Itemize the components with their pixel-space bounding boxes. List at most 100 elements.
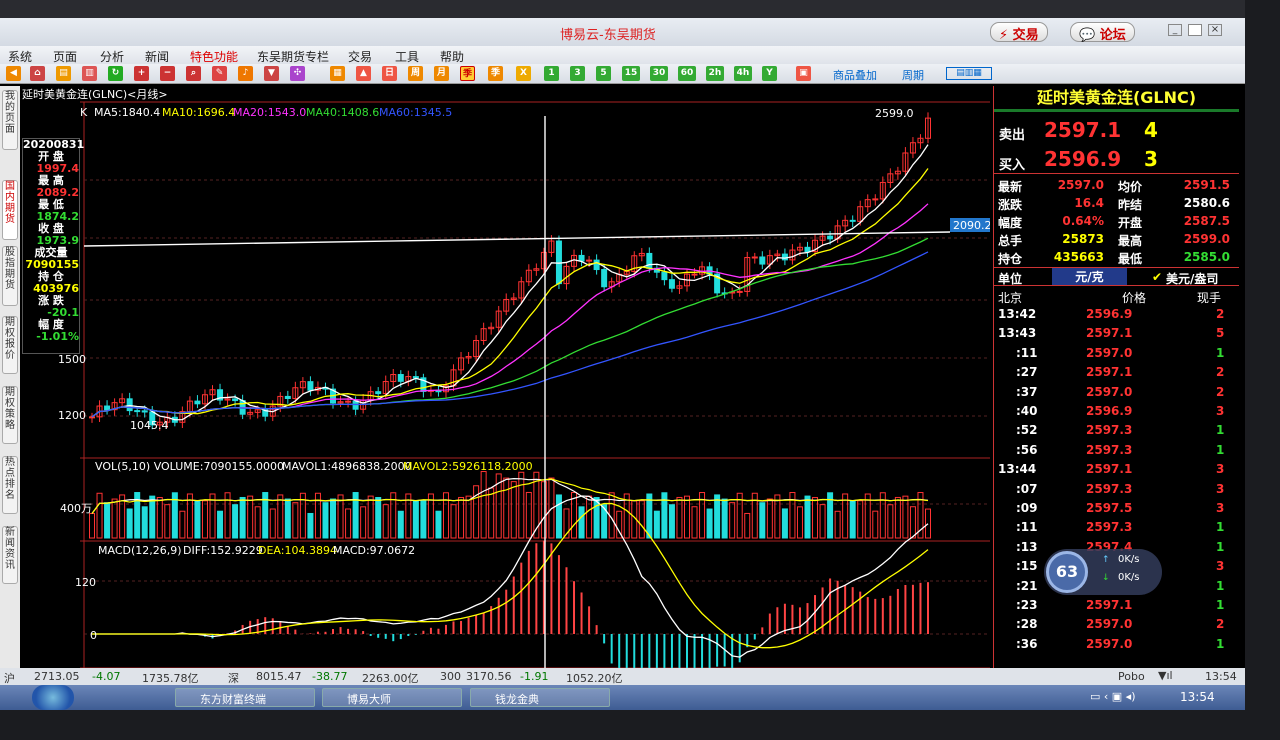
- period-month-active-button[interactable]: 季: [460, 66, 475, 81]
- volume-bar: [714, 494, 721, 539]
- period-30-button[interactable]: 30: [650, 66, 668, 81]
- download-icon: ↓: [1102, 573, 1110, 583]
- refresh-icon[interactable]: ↻: [108, 66, 123, 81]
- tick-row: 13:43 2597.1 5: [994, 324, 1234, 343]
- period-x-button[interactable]: X: [516, 66, 531, 81]
- taskbar-app-1[interactable]: 东方财富终端: [175, 688, 315, 707]
- quote-stat-row: 总手 25873 最高 2599.0: [994, 230, 1239, 249]
- stat-label-b: 最高: [1118, 234, 1143, 248]
- search-icon[interactable]: ⌕: [186, 66, 201, 81]
- tick-price: 2597.3: [1086, 442, 1133, 457]
- ticker-item: 2263.00亿: [362, 672, 419, 685]
- unit-cny[interactable]: 元/克: [1052, 268, 1127, 285]
- period-year-button[interactable]: Y: [762, 66, 777, 81]
- minimize-icon[interactable]: _: [1168, 24, 1182, 36]
- period-2h-button[interactable]: 2h: [706, 66, 724, 81]
- tick-time: :36: [1016, 636, 1038, 651]
- period-1-button[interactable]: 1: [544, 66, 559, 81]
- ticks-time-header: 北京: [998, 291, 1023, 305]
- volume-bar: [322, 502, 329, 539]
- table-icon[interactable]: ▦: [330, 66, 345, 81]
- menu-trade[interactable]: 交易: [348, 48, 372, 65]
- forum-button[interactable]: 💬 论坛: [1070, 22, 1135, 43]
- kline-chart[interactable]: 2090.2 延时美黄金连(GLNC)<月线> K MA5:1840.4 MA1…: [20, 86, 992, 736]
- left-tabs: 我的页面 国内期货 股指期货 期权报价 期权策略 热点排名 新闻资讯: [0, 86, 20, 686]
- period-quarter-button[interactable]: 季: [488, 66, 503, 81]
- pobo-label: Pobo: [1118, 670, 1145, 683]
- stat-label-a: 总手: [998, 234, 1023, 248]
- period-15-button[interactable]: 15: [622, 66, 640, 81]
- period-week-button[interactable]: 周: [408, 66, 423, 81]
- taskbar-app-2[interactable]: 博易大师: [322, 688, 462, 707]
- sell-price: 2597.1: [1044, 118, 1122, 142]
- monitor: 博易云-东吴期货 ⚡ 交易 💬 论坛 _ × 系统 页面 分析 新闻 特色功能 …: [0, 0, 1280, 740]
- vol-axis: 400万: [60, 502, 92, 515]
- chart-type-icon[interactable]: ▲: [356, 66, 371, 81]
- trade-label: 交易: [1012, 28, 1039, 43]
- volume-bar: [555, 494, 562, 539]
- ticker-item: 深: [228, 672, 239, 685]
- volume-bar: [721, 498, 728, 539]
- settings-icon[interactable]: ▣: [796, 66, 811, 81]
- tick-volume: 2: [1216, 384, 1225, 399]
- close-icon[interactable]: ×: [1208, 24, 1222, 36]
- candle-body: [668, 279, 675, 289]
- tab-my-page[interactable]: 我的页面: [2, 90, 18, 150]
- tab-index-futures[interactable]: 股指期货: [2, 246, 18, 306]
- maximize-icon[interactable]: [1188, 24, 1202, 36]
- period-link[interactable]: 周期: [902, 67, 924, 83]
- quote-stat-row: 持仓 435663 最低 2585.0: [994, 248, 1239, 267]
- forum-label: 论坛: [1099, 28, 1126, 43]
- trade-button[interactable]: ⚡ 交易: [990, 22, 1048, 43]
- menu-news[interactable]: 新闻: [145, 48, 169, 65]
- chart-title: 延时美黄金连(GLNC)<月线>: [22, 87, 168, 101]
- start-button[interactable]: [32, 685, 74, 710]
- tab-option-quotes[interactable]: 期权报价: [2, 316, 18, 374]
- period-60-button[interactable]: 60: [678, 66, 696, 81]
- overlay-link[interactable]: 商品叠加: [833, 67, 877, 83]
- menu-tools[interactable]: 工具: [395, 48, 419, 65]
- tab-hot-ranking[interactable]: 热点排名: [2, 456, 18, 514]
- news-icon[interactable]: ▥: [82, 66, 97, 81]
- taskbar-app-3[interactable]: 钱龙金典: [470, 688, 610, 707]
- menu-page[interactable]: 页面: [53, 48, 77, 65]
- volume-bar: [706, 508, 713, 539]
- quote-stats: 最新 2597.0 均价 2591.5 涨跌 16.4 昨结 2580.6 幅度 0.64% 开盘 2…: [994, 176, 1239, 268]
- period-4h-button[interactable]: 4h: [734, 66, 752, 81]
- draw-icon[interactable]: ✎: [212, 66, 227, 81]
- home-icon[interactable]: ⌂: [30, 66, 45, 81]
- menu-column[interactable]: 东吴期货专栏: [257, 48, 329, 65]
- menu-features[interactable]: 特色功能: [190, 48, 238, 65]
- period-day-button[interactable]: 日: [382, 66, 397, 81]
- tab-option-strategy[interactable]: 期权策略: [2, 386, 18, 444]
- unit-usd[interactable]: 美元/盎司: [1166, 270, 1218, 287]
- folder-icon[interactable]: ▤: [56, 66, 71, 81]
- alert-icon[interactable]: ♪: [238, 66, 253, 81]
- buy-qty: 3: [1144, 147, 1158, 171]
- tab-news[interactable]: 新闻资讯: [2, 526, 18, 584]
- period-month-button[interactable]: 月: [434, 66, 449, 81]
- menu-analysis[interactable]: 分析: [100, 48, 124, 65]
- filter-icon[interactable]: ▼: [264, 66, 279, 81]
- period-5-button[interactable]: 5: [596, 66, 611, 81]
- menu-system[interactable]: 系统: [8, 48, 32, 65]
- gauge-percent: 63: [1046, 551, 1088, 593]
- tick-time: :27: [1016, 365, 1038, 380]
- title-bar: 博易云-东吴期货 ⚡ 交易 💬 论坛 _ ×: [0, 18, 1245, 46]
- unit-label: 单位: [998, 272, 1023, 286]
- tab-domestic-futures[interactable]: 国内期货: [2, 180, 18, 240]
- volume-bar: [578, 506, 585, 539]
- zoom-out-icon[interactable]: −: [160, 66, 175, 81]
- candle-body: [352, 400, 359, 410]
- candle-body: [827, 235, 834, 240]
- back-icon[interactable]: ◀: [6, 66, 21, 81]
- tray-icons[interactable]: ▭ ‹ ▣ ◂): [1090, 690, 1136, 703]
- zoom-in-icon[interactable]: +: [134, 66, 149, 81]
- candle-body: [375, 391, 382, 395]
- stat-value-a: 0.64%: [1062, 214, 1104, 228]
- tick-volume: 1: [1216, 578, 1225, 593]
- period-3-button[interactable]: 3: [570, 66, 585, 81]
- layout-icon[interactable]: ▤▥▦: [946, 67, 992, 80]
- menu-help[interactable]: 帮助: [440, 48, 464, 65]
- indicator-icon[interactable]: ✣: [290, 66, 305, 81]
